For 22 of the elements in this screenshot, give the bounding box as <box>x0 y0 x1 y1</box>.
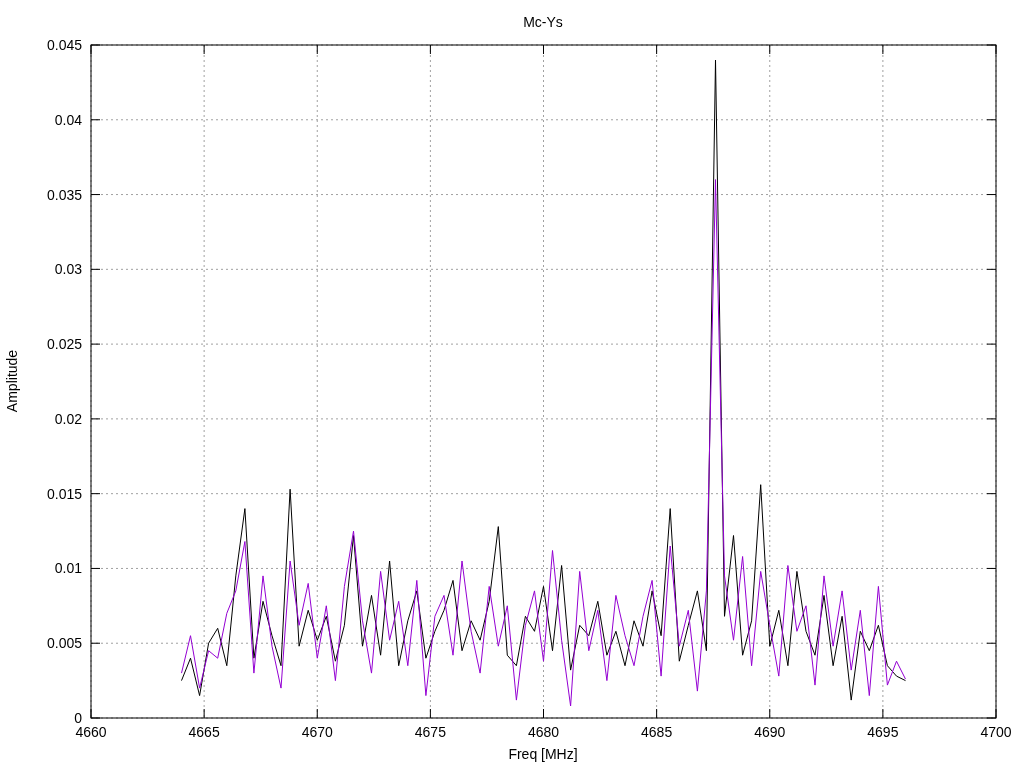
tick-label: 0.015 <box>46 485 82 502</box>
tick-label: 0.03 <box>54 261 82 278</box>
tick-label: 0 <box>74 710 82 726</box>
tick-label: 0.01 <box>54 560 82 577</box>
tick-label: 4680 <box>527 724 560 740</box>
tick-label: 0.02 <box>54 410 82 427</box>
x-axis-label: Freq [MHz] <box>508 746 578 762</box>
tick-label: 0.045 <box>46 37 82 53</box>
tick-label: 4690 <box>754 724 786 740</box>
tick-label: 4685 <box>641 724 673 740</box>
tick-label: 0.035 <box>46 186 82 203</box>
tick-label: 4660 <box>75 724 107 740</box>
tick-label: 0.025 <box>46 336 82 353</box>
tick-label: 0.04 <box>54 111 82 128</box>
tick-label: 4700 <box>980 724 1012 740</box>
tick-label: 4675 <box>414 724 446 740</box>
tick-label: 0.005 <box>46 635 82 652</box>
chart-title: Mc-Ys <box>523 14 563 30</box>
y-axis-label: Amplitude <box>4 349 20 413</box>
tick-label: 4670 <box>301 724 333 740</box>
tick-label: 4665 <box>188 724 220 740</box>
tick-label: 4695 <box>867 724 899 740</box>
